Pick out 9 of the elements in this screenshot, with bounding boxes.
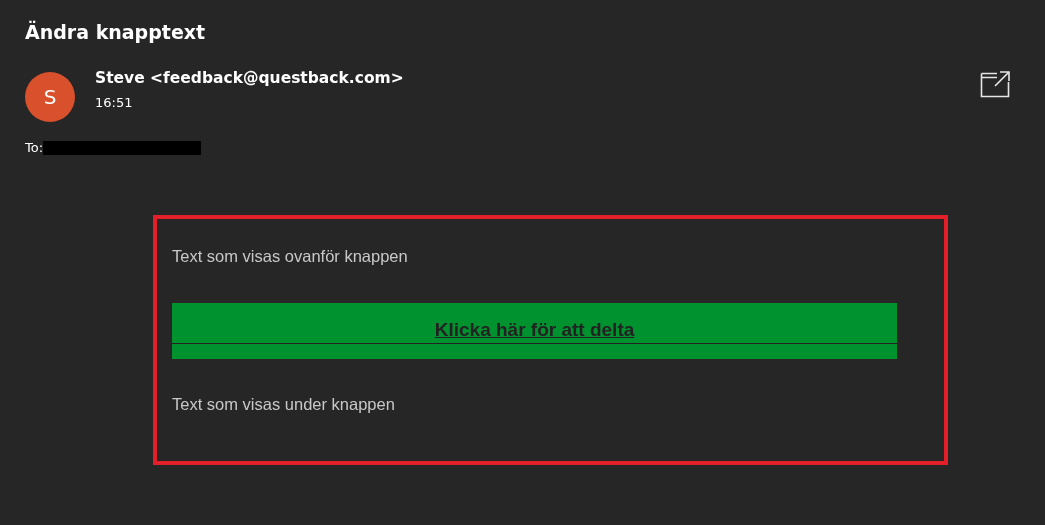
avatar: S (25, 72, 75, 122)
email-subject: Ändra knapptext (25, 19, 207, 45)
sent-time: 16:51 (95, 95, 134, 110)
pop-out-icon[interactable] (980, 70, 1010, 98)
to-label: To: (25, 140, 44, 155)
cta-button[interactable]: Klicka här för att delta (172, 303, 897, 359)
message-text: Text som visas under knappen (172, 395, 396, 414)
message-text: Text som visas ovanför knappen (172, 247, 409, 266)
sender-name: Steve <feedback@questback.com> (95, 68, 405, 88)
